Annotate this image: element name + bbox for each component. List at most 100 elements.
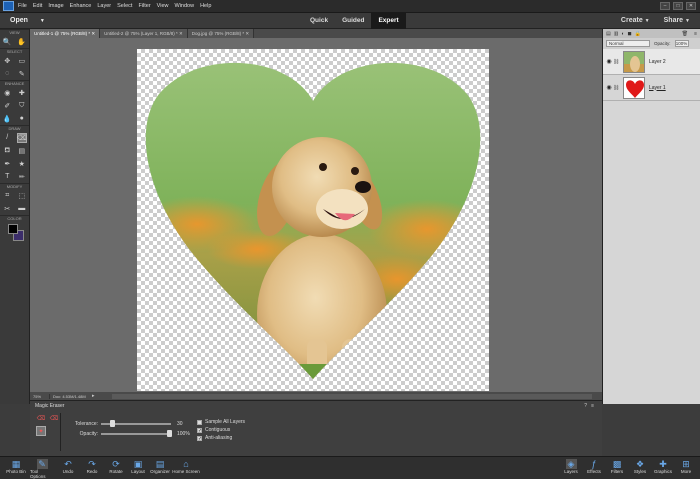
mode-guided[interactable]: Guided	[335, 13, 371, 29]
tolerance-slider[interactable]	[101, 420, 171, 427]
effects-button[interactable]: ƒ Effects	[582, 459, 606, 474]
mask-icon[interactable]: ◼	[628, 31, 632, 37]
menu-filter[interactable]: Filter	[138, 3, 150, 9]
eraser-icon[interactable]: ⌫	[36, 413, 46, 423]
link-icon[interactable]: ⛓	[613, 59, 619, 65]
maximize-button[interactable]: □	[673, 2, 683, 10]
menu-window[interactable]: Window	[175, 3, 195, 9]
eye-tool-icon[interactable]: ◉	[2, 88, 12, 98]
lasso-tool-icon[interactable]: ◌	[2, 69, 12, 79]
share-button[interactable]: Share ▼	[664, 13, 690, 29]
foreground-color-swatch[interactable]	[8, 224, 18, 234]
checkbox-box[interactable]: ✓	[197, 435, 202, 441]
marquee-tool-icon[interactable]: ▭	[17, 56, 27, 66]
mode-expert[interactable]: Expert	[371, 13, 406, 29]
panel-menu-icon[interactable]: ≡	[591, 403, 594, 409]
menu-image[interactable]: Image	[48, 3, 63, 9]
move-tool-icon[interactable]: ✥	[2, 56, 12, 66]
menu-edit[interactable]: Edit	[33, 3, 42, 9]
opacity-slider[interactable]	[101, 430, 172, 437]
straighten-tool-icon[interactable]: ▬	[17, 204, 27, 214]
clone-stamp-tool-icon[interactable]: ⛉	[17, 101, 27, 111]
lock-icon[interactable]: 🔒	[635, 31, 641, 37]
panel-menu-icon[interactable]: ≡	[694, 31, 697, 37]
filters-button[interactable]: ▩ Filters	[605, 459, 629, 475]
close-button[interactable]: ✕	[686, 2, 696, 10]
open-button[interactable]: Open ▼	[10, 17, 45, 24]
checkbox-box[interactable]: ✓	[197, 427, 202, 433]
pencil-tool-icon[interactable]: ✏	[17, 172, 27, 182]
sponge-tool-icon[interactable]: ●	[17, 114, 27, 124]
color-picker-tool-icon[interactable]: ✒	[2, 159, 12, 169]
tool-options-button[interactable]: ✎ Tool Options	[30, 459, 54, 479]
layer-opacity-field[interactable]: 100%	[674, 40, 689, 47]
photo-bin-button[interactable]: ▦ Photo Bin	[4, 459, 28, 475]
contiguous-checkbox[interactable]: ✓ Contiguous	[197, 427, 230, 433]
layer-row-2[interactable]: ◉ ⛓ Layer 2	[603, 49, 700, 75]
crop-tool-icon[interactable]: ⌗	[2, 191, 12, 201]
quick-selection-tool-icon[interactable]: ✎	[17, 69, 27, 79]
document-canvas[interactable]	[137, 49, 489, 391]
smart-brush-tool-icon[interactable]: ✐	[2, 101, 12, 111]
more-button[interactable]: ⊞ More	[674, 459, 698, 475]
spot-healing-tool-icon[interactable]: ✚	[17, 88, 27, 98]
tab-dog[interactable]: Dog.jpg @ 75% (RGB/8) * ✕	[187, 29, 255, 38]
mode-quick[interactable]: Quick	[303, 13, 335, 29]
custom-shape-tool-icon[interactable]: ★	[17, 159, 27, 169]
paint-bucket-tool-icon[interactable]: ⛾	[2, 146, 12, 156]
eraser-tool-icon[interactable]: ⌫	[16, 132, 27, 143]
layer-name[interactable]: Layer 2	[649, 59, 666, 65]
trash-icon[interactable]: 🗑	[682, 31, 688, 37]
tab-untitled-1[interactable]: Untitled-1 @ 75% (RGB/8) * ✕	[30, 29, 101, 38]
zoom-level[interactable]: 75%	[30, 393, 50, 399]
layer-row-1[interactable]: ◉ ⛓ Layer 1	[603, 75, 700, 101]
horizontal-scrollbar[interactable]	[112, 393, 592, 399]
recompose-tool-icon[interactable]: ⬚	[17, 191, 27, 201]
visibility-eye-icon[interactable]: ◉	[605, 58, 613, 65]
home-screen-button[interactable]: ⌂ Home Screen	[172, 459, 200, 474]
adjustment-layer-icon[interactable]: ◐	[621, 31, 624, 37]
undo-button[interactable]: ↶ Undo	[56, 459, 80, 475]
blend-mode-select[interactable]: Normal	[606, 40, 650, 47]
visibility-eye-icon[interactable]: ◉	[605, 84, 613, 91]
sample-all-layers-checkbox[interactable]: Sample All Layers	[197, 419, 245, 425]
chevron-right-icon[interactable]: ▸	[92, 393, 102, 399]
new-group-icon[interactable]: ▥	[614, 31, 619, 37]
anti-aliasing-checkbox[interactable]: ✓ Anti-aliasing	[197, 435, 232, 441]
rotate-button[interactable]: ⟳ Rotate	[104, 459, 128, 475]
redo-button[interactable]: ↷ Redo	[80, 459, 104, 475]
layer-name[interactable]: Layer 1	[649, 85, 666, 91]
link-icon[interactable]: ⛓	[613, 85, 619, 91]
tolerance-value[interactable]: 30	[177, 421, 183, 427]
type-tool-icon[interactable]: T	[2, 172, 12, 182]
color-swatches[interactable]	[0, 221, 29, 245]
menu-help[interactable]: Help	[200, 3, 211, 9]
layers-button[interactable]: ◈ Layers	[559, 459, 583, 475]
blur-tool-icon[interactable]: 💧	[2, 114, 12, 124]
organizer-button[interactable]: ▤ Organizer	[148, 459, 172, 475]
brush-tool-icon[interactable]: /	[2, 133, 12, 143]
menu-view[interactable]: View	[157, 3, 169, 9]
background-eraser-icon[interactable]: ⌫	[49, 413, 59, 423]
menu-select[interactable]: Select	[117, 3, 132, 9]
content-aware-move-tool-icon[interactable]: ✂	[2, 204, 12, 214]
opacity-slider-knob[interactable]	[167, 430, 172, 437]
opacity-value[interactable]: 100%	[177, 431, 190, 437]
menu-layer[interactable]: Layer	[97, 3, 111, 9]
menu-file[interactable]: File	[18, 3, 27, 9]
create-button[interactable]: Create ▼	[621, 13, 650, 29]
checkbox-box[interactable]	[197, 419, 202, 425]
help-icon[interactable]: ?	[584, 403, 587, 409]
hand-tool-icon[interactable]: ✋	[17, 37, 27, 47]
layout-button[interactable]: ▣ Layout	[126, 459, 150, 475]
graphics-button[interactable]: ✚ Graphics	[651, 459, 675, 475]
menu-enhance[interactable]: Enhance	[70, 3, 92, 9]
new-layer-icon[interactable]: ▤	[606, 31, 611, 37]
tab-untitled-2[interactable]: Untitled-2 @ 75% (Layer 1, RGB/8) * ✕	[100, 29, 188, 38]
styles-button[interactable]: ❖ Styles	[628, 459, 652, 475]
gradient-tool-icon[interactable]: ▤	[17, 146, 27, 156]
tolerance-slider-knob[interactable]	[109, 420, 115, 427]
minimize-button[interactable]: –	[660, 2, 670, 10]
zoom-tool-icon[interactable]: 🔍	[2, 37, 12, 47]
magic-eraser-icon[interactable]: ✦	[36, 426, 46, 436]
